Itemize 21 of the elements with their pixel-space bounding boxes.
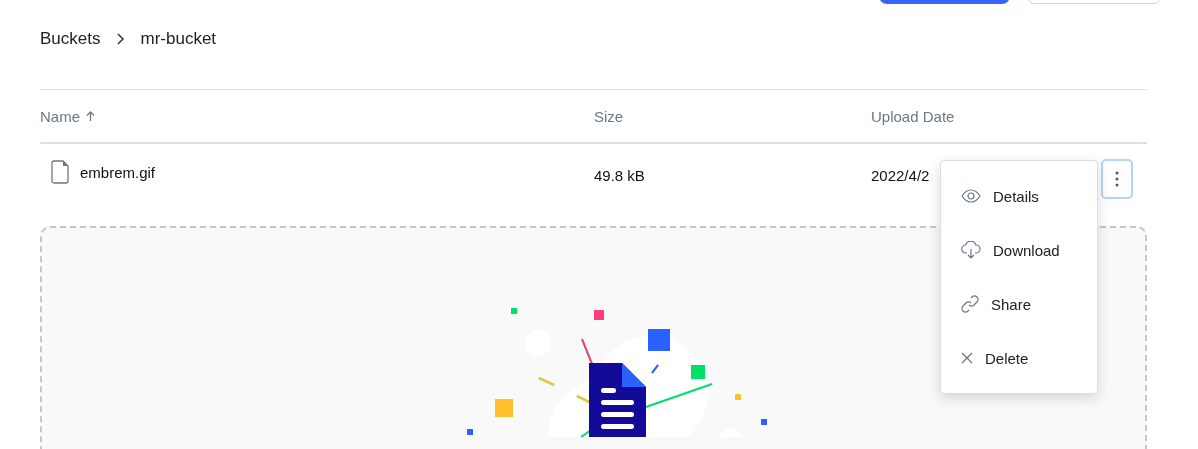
breadcrumb-link[interactable]: mr-bucket: [140, 29, 217, 49]
menu-item[interactable]: Download: [941, 223, 1097, 277]
eye-icon: [961, 189, 981, 203]
column-header[interactable]: Upload Date: [871, 107, 955, 125]
close-icon: [961, 352, 973, 364]
menu-item[interactable]: Details: [941, 169, 1097, 223]
breadcrumb-link[interactable]: Buckets: [40, 29, 101, 49]
file-size: 49.8 kB: [594, 166, 645, 184]
chevron-right-icon: [116, 33, 125, 45]
file-name[interactable]: embrem.gif: [80, 163, 156, 181]
upload-date: 2022/4/2: [871, 166, 930, 184]
column-header[interactable]: Name: [40, 107, 80, 125]
menu-item[interactable]: Share: [941, 277, 1097, 331]
link-icon: [961, 295, 979, 313]
cloud-download-icon: [961, 241, 981, 259]
more-vertical-icon: [1115, 171, 1119, 187]
column-header[interactable]: Size: [594, 107, 624, 125]
drop-zone[interactable]: [40, 226, 1147, 449]
menu-item[interactable]: Delete: [941, 331, 1097, 385]
more-actions-button[interactable]: [1101, 159, 1133, 199]
file-icon: [51, 160, 69, 184]
